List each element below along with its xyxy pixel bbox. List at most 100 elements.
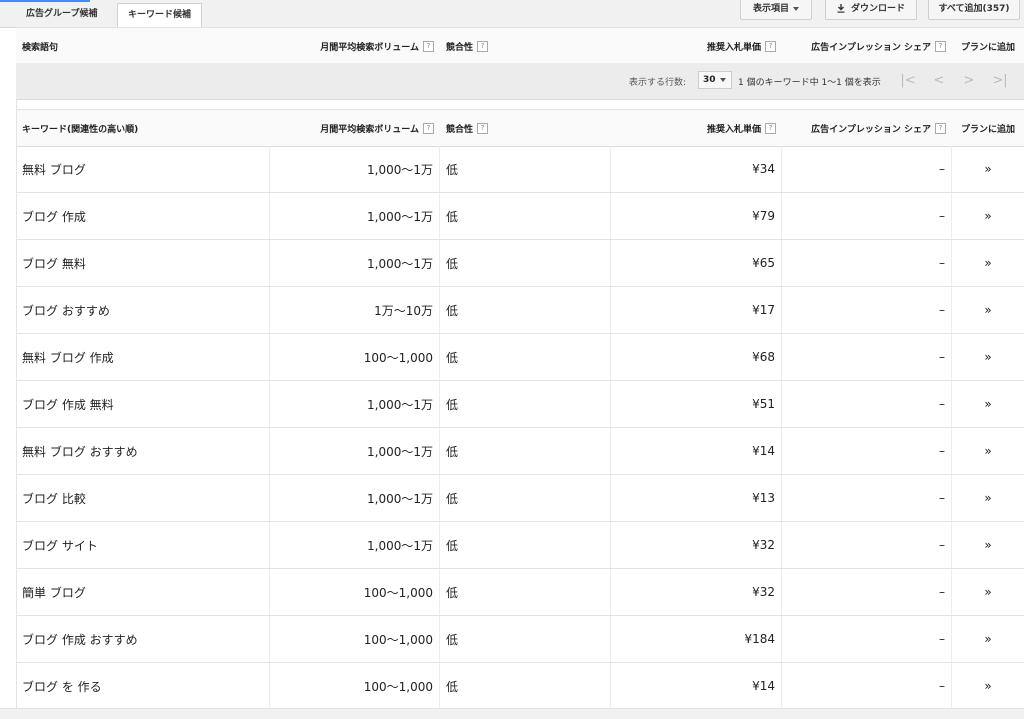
active-accent-line bbox=[0, 0, 90, 2]
add-to-plan-button[interactable]: » bbox=[952, 616, 1024, 662]
pagination-bar: 表示する行数: 30 1 個のキーワード中 1〜1 個を表示 |< < > >| bbox=[16, 63, 1024, 100]
bid-cell: ¥51 bbox=[611, 381, 782, 427]
bid-cell: ¥34 bbox=[611, 146, 782, 192]
help-icon[interactable]: ? bbox=[477, 122, 489, 134]
keyword-cell[interactable]: ブログ サイト bbox=[16, 522, 270, 568]
keywords-table-header: キーワード(関連性の高い順) 月間平均検索ボリューム? 競合性? 推奨入札単価?… bbox=[16, 109, 1024, 147]
bid-cell: ¥79 bbox=[611, 193, 782, 239]
download-button[interactable]: ダウンロード bbox=[825, 0, 917, 20]
add-to-plan-button[interactable]: » bbox=[952, 381, 1024, 427]
col-header-competition[interactable]: 競合性? bbox=[440, 28, 611, 64]
keyword-cell[interactable]: ブログ 作成 無料 bbox=[16, 381, 270, 427]
add-to-plan-button[interactable]: » bbox=[952, 428, 1024, 474]
share-cell: – bbox=[782, 522, 952, 568]
rows-per-page-select[interactable]: 30 bbox=[698, 71, 732, 89]
help-icon[interactable]: ? bbox=[765, 40, 776, 52]
add-all-button[interactable]: すべて追加(357) bbox=[928, 0, 1020, 20]
col-header-volume[interactable]: 月間平均検索ボリューム? bbox=[270, 28, 440, 64]
help-icon[interactable]: ? bbox=[423, 122, 434, 134]
header-label: キーワード(関連性の高い順) bbox=[22, 124, 139, 135]
add-to-plan-button[interactable]: » bbox=[952, 146, 1024, 192]
prev-page-button[interactable]: < bbox=[927, 72, 951, 90]
add-to-plan-button[interactable]: » bbox=[952, 240, 1024, 286]
next-page-button[interactable]: > bbox=[957, 72, 981, 90]
col-header-keyword[interactable]: キーワード(関連性の高い順) bbox=[16, 110, 270, 146]
share-cell: – bbox=[782, 146, 952, 192]
bid-cell: ¥32 bbox=[611, 522, 782, 568]
add-to-plan-button[interactable]: » bbox=[952, 334, 1024, 380]
add-to-plan-button[interactable]: » bbox=[952, 287, 1024, 333]
tab-bar: 広告グループ候補 キーワード候補 表示項目 ダウンロード すべて追加(357) bbox=[0, 0, 1024, 28]
tab-keyword-ideas[interactable]: キーワード候補 bbox=[117, 3, 202, 28]
keyword-cell[interactable]: ブログ 作成 bbox=[16, 193, 270, 239]
add-to-plan-button[interactable]: » bbox=[952, 569, 1024, 615]
bid-cell: ¥68 bbox=[611, 334, 782, 380]
table-row: ブログ おすすめ 1万〜10万低 ¥17–» bbox=[16, 287, 1024, 334]
col-header-share[interactable]: 広告インプレッション シェア? bbox=[782, 28, 952, 64]
help-icon[interactable]: ? bbox=[765, 122, 776, 134]
col-header-share[interactable]: 広告インプレッション シェア? bbox=[782, 110, 952, 146]
help-icon[interactable]: ? bbox=[935, 122, 946, 134]
volume-cell: 1,000〜1万 bbox=[270, 475, 440, 521]
share-cell: – bbox=[782, 616, 952, 662]
bid-cell: ¥32 bbox=[611, 569, 782, 615]
col-header-volume[interactable]: 月間平均検索ボリューム? bbox=[270, 110, 440, 146]
competition-cell: 低 bbox=[440, 334, 611, 380]
volume-cell: 1,000〜1万 bbox=[270, 193, 440, 239]
footer-bar bbox=[0, 708, 1024, 719]
add-to-plan-button[interactable]: » bbox=[952, 522, 1024, 568]
keyword-cell[interactable]: 簡単 ブログ bbox=[16, 569, 270, 615]
col-header-add: プランに追加 bbox=[952, 28, 1024, 64]
bid-cell: ¥184 bbox=[611, 616, 782, 662]
add-to-plan-button[interactable]: » bbox=[952, 193, 1024, 239]
col-header-bid[interactable]: 推奨入札単価? bbox=[611, 110, 782, 146]
volume-cell: 100〜1,000 bbox=[270, 334, 440, 380]
keyword-cell[interactable]: ブログ 無料 bbox=[16, 240, 270, 286]
header-label: プランに追加 bbox=[960, 42, 1015, 53]
table-row: 無料 ブログ 1,000〜1万低 ¥34–» bbox=[16, 146, 1024, 193]
share-cell: – bbox=[782, 569, 952, 615]
share-cell: – bbox=[782, 381, 952, 427]
help-icon[interactable]: ? bbox=[477, 40, 489, 52]
add-to-plan-button[interactable]: » bbox=[952, 663, 1024, 709]
pagination-info: 1 個のキーワード中 1〜1 個を表示 bbox=[738, 78, 881, 88]
help-icon[interactable]: ? bbox=[423, 40, 434, 52]
help-icon[interactable]: ? bbox=[935, 40, 946, 52]
first-page-button[interactable]: |< bbox=[896, 72, 920, 90]
table-row: ブログ 作成 おすすめ 100〜1,000 低 ¥184–» bbox=[16, 616, 1024, 663]
keyword-cell[interactable]: 無料 ブログ おすすめ bbox=[16, 428, 270, 474]
header-label: 月間平均検索ボリューム bbox=[320, 124, 419, 135]
table-row: ブログ サイト 1,000〜1万低 ¥32–» bbox=[16, 522, 1024, 569]
share-cell: – bbox=[782, 240, 952, 286]
share-cell: – bbox=[782, 287, 952, 333]
keyword-cell[interactable]: ブログ を 作る bbox=[16, 663, 270, 709]
bid-cell: ¥65 bbox=[611, 240, 782, 286]
add-to-plan-button[interactable]: » bbox=[952, 475, 1024, 521]
col-header-competition[interactable]: 競合性? bbox=[440, 110, 611, 146]
volume-cell: 1,000〜1万 bbox=[270, 146, 440, 192]
share-cell: – bbox=[782, 334, 952, 380]
bid-cell: ¥14 bbox=[611, 663, 782, 709]
volume-cell: 100〜1,000 bbox=[270, 616, 440, 662]
download-icon bbox=[837, 4, 845, 13]
keyword-cell[interactable]: 無料 ブログ bbox=[16, 146, 270, 192]
bid-cell: ¥17 bbox=[611, 287, 782, 333]
table-row: 簡単 ブログ 100〜1,000 低 ¥32–» bbox=[16, 569, 1024, 616]
last-page-button[interactable]: >| bbox=[988, 72, 1012, 90]
bid-cell: ¥14 bbox=[611, 428, 782, 474]
keyword-cell[interactable]: ブログ 比較 bbox=[16, 475, 270, 521]
columns-button[interactable]: 表示項目 bbox=[740, 0, 812, 20]
keyword-cell[interactable]: ブログ 作成 おすすめ bbox=[16, 616, 270, 662]
competition-cell: 低 bbox=[440, 428, 611, 474]
table-row: ブログ 無料 1,000〜1万低 ¥65–» bbox=[16, 240, 1024, 287]
col-header-bid[interactable]: 推奨入札単価? bbox=[611, 28, 782, 64]
header-label: 検索語句 bbox=[22, 42, 59, 53]
tab-ad-group-ideas[interactable]: 広告グループ候補 bbox=[16, 3, 116, 26]
keyword-cell[interactable]: 無料 ブログ 作成 bbox=[16, 334, 270, 380]
competition-cell: 低 bbox=[440, 146, 611, 192]
chevron-down-icon bbox=[793, 6, 799, 11]
rows-per-page-value: 30 bbox=[703, 75, 716, 85]
keyword-cell[interactable]: ブログ おすすめ bbox=[16, 287, 270, 333]
header-label: 広告インプレッション シェア bbox=[811, 124, 931, 135]
share-cell: – bbox=[782, 663, 952, 709]
